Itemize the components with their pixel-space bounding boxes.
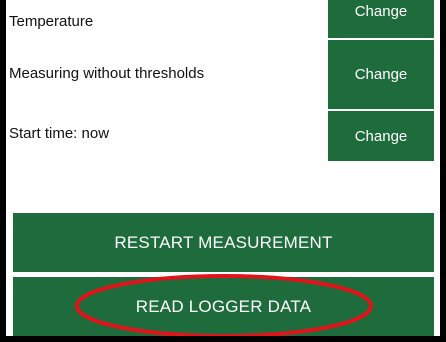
setting-label-thresholds: Measuring without thresholds: [9, 65, 205, 82]
setting-row-temperature: Temperature Change: [6, 0, 440, 38]
change-button-thresholds[interactable]: Change: [328, 40, 434, 109]
change-button-start-time[interactable]: Change: [328, 111, 434, 161]
setting-label-start-time: Start time: now: [9, 125, 110, 142]
app-screen: Temperature Change Measuring without thr…: [6, 0, 440, 336]
setting-label-temperature: Temperature: [9, 13, 94, 30]
change-button-temperature[interactable]: Change: [328, 0, 434, 38]
setting-row-thresholds: Measuring without thresholds Change: [6, 40, 440, 109]
setting-row-start-time: Start time: now Change: [6, 111, 440, 161]
read-logger-data-button[interactable]: READ LOGGER DATA: [13, 277, 434, 336]
restart-measurement-button[interactable]: RESTART MEASUREMENT: [13, 213, 434, 272]
